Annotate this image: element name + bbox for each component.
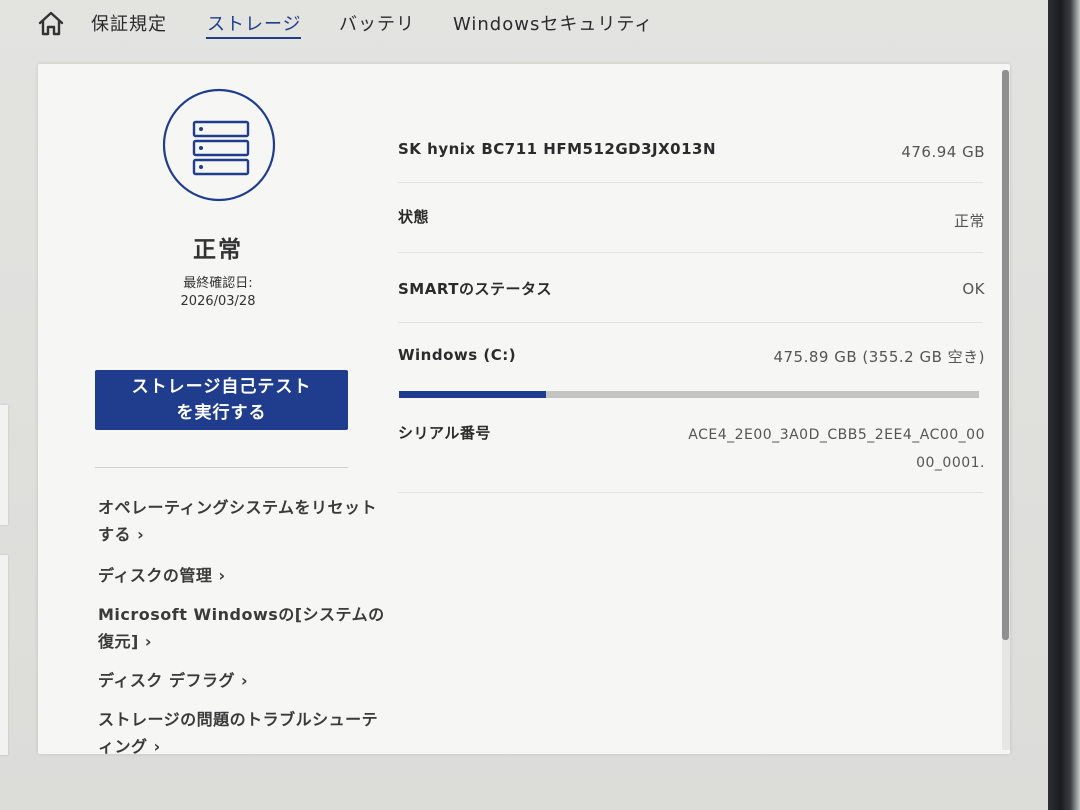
smart-status-value: OK [962,280,985,298]
selftest-label-line2: を実行する [176,403,267,423]
state-value: 正常 [953,212,985,230]
volume-label: Windows (C:) [398,346,517,364]
tab-battery[interactable]: バッテリ [339,10,415,36]
top-navigation: 保証規定 ストレージ バッテリ Windowsセキュリティ [0,0,1048,56]
smart-status-label: SMARTのステータス [398,280,552,298]
storage-drives-icon [162,88,276,202]
link-system-restore[interactable]: Microsoft Windowsの[システムの復元] › [98,601,388,655]
health-status: 正常 [193,237,243,263]
scrollbar-thumb[interactable] [1002,70,1009,640]
last-check-date: 2026/03/28 [180,294,256,309]
drive-capacity: 476.94 GB [901,143,985,161]
selftest-label-line1: ストレージ自己テスト [131,377,312,397]
serial-number-value: ACE4_2E00_3A0D_CBB5_2EE4_AC00_0000_0001. [688,427,985,471]
row-divider [398,252,983,253]
tab-storage[interactable]: ストレージ [207,10,302,36]
run-storage-selftest-button[interactable]: ストレージ自己テスト を実行する [95,370,348,430]
home-icon[interactable] [36,8,66,38]
row-divider [398,322,983,323]
volume-usage-bar [399,391,979,398]
app-window: 保証規定 ストレージ バッテリ Windowsセキュリティ 正常 最終確認日: … [0,0,1048,810]
state-label: 状態 [398,208,430,226]
volume-usage-fill [399,391,547,398]
row-divider [398,492,983,493]
volume-value: 475.89 GB (355.2 GB 空き) [773,348,985,366]
left-divider [95,467,348,468]
left-edge-panel [0,405,8,525]
link-storage-troubleshooting[interactable]: ストレージの問題のトラブルシューティング › [98,706,388,760]
link-disk-management[interactable]: ディスクの管理 › [98,562,388,589]
storage-card: 正常 最終確認日: 2026/03/28 ストレージ自己テスト を実行する オペ… [38,64,1010,756]
tab-windows-security[interactable]: Windowsセキュリティ [453,10,653,36]
tab-warranty[interactable]: 保証規定 [91,10,167,36]
link-disk-defrag[interactable]: ディスク デフラグ › [98,667,388,694]
link-reset-os[interactable]: オペレーティングシステムをリセットする › [98,494,388,548]
last-check-label: 最終確認日: [183,276,253,291]
serial-number-label: シリアル番号 [398,424,491,442]
drive-model: SK hynix BC711 HFM512GD3JX013N [398,140,717,158]
left-edge-panel-lower [0,555,8,755]
active-tab-indicator [206,37,301,39]
row-divider [398,182,983,183]
device-bezel [1048,0,1080,810]
